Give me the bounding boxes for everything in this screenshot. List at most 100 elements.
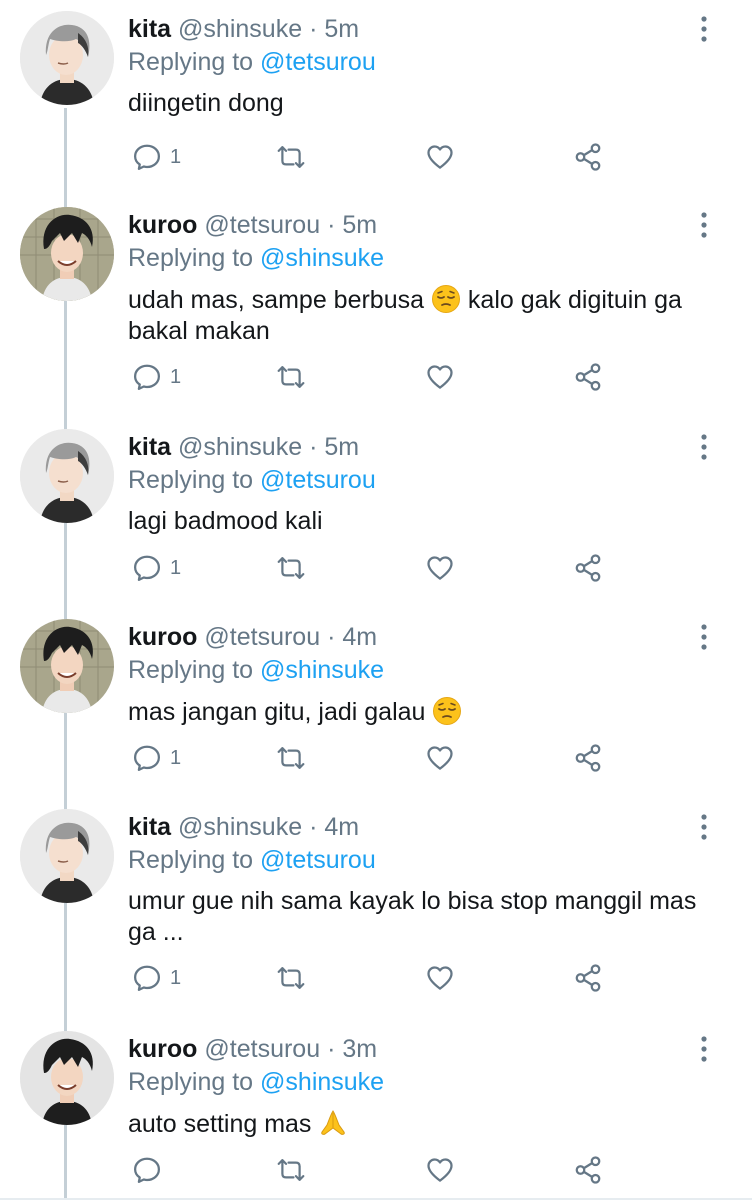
tweet[interactable]: kuroo @tetsurou · 3m Replying to @shinsu… — [0, 1020, 752, 1198]
user-handle[interactable]: @tetsurou — [204, 1035, 320, 1063]
replying-to-link[interactable]: @tetsurou — [260, 466, 376, 494]
user-handle[interactable]: @shinsuke — [178, 15, 302, 43]
tweet[interactable]: kuroo @tetsurou · 5m Replying to @shinsu… — [0, 196, 752, 418]
reply-icon — [134, 745, 160, 771]
replying-to: Replying to @tetsurou — [128, 844, 376, 876]
share-button[interactable] — [573, 360, 603, 394]
more-vertical-icon — [701, 212, 707, 238]
like-button[interactable] — [425, 741, 455, 775]
reply-button[interactable]: 1 — [132, 741, 181, 775]
separator-dot: · — [327, 211, 336, 239]
avatar[interactable] — [20, 1031, 114, 1125]
more-options-button[interactable] — [690, 432, 718, 462]
replying-to: Replying to @shinsuke — [128, 1066, 384, 1098]
replying-label: Replying to — [128, 244, 254, 272]
tweet-header: kita @shinsuke · 5m — [128, 13, 359, 45]
more-vertical-icon — [701, 16, 707, 42]
retweet-button[interactable] — [275, 961, 307, 995]
replying-to: Replying to @tetsurou — [128, 46, 376, 78]
replying-to-link[interactable]: @shinsuke — [260, 1068, 384, 1096]
avatar[interactable] — [20, 809, 114, 903]
reply-button[interactable]: 1 — [132, 140, 181, 174]
separator-dot: · — [327, 1035, 336, 1063]
timestamp[interactable]: 5m — [342, 211, 377, 239]
like-button[interactable] — [425, 360, 455, 394]
like-button[interactable] — [425, 551, 455, 585]
tweet[interactable]: kita @shinsuke · 5m Replying to @tetsuro… — [0, 418, 752, 608]
tweet[interactable]: kuroo @tetsurou · 4m Replying to @shinsu… — [0, 608, 752, 798]
timestamp[interactable]: 5m — [324, 15, 359, 43]
like-button[interactable] — [425, 140, 455, 174]
display-name[interactable]: kita — [128, 15, 171, 43]
tweet-text: udah mas, sampe berbusa kalo gak digitui… — [128, 284, 708, 347]
more-options-button[interactable] — [690, 622, 718, 652]
user-handle[interactable]: @shinsuke — [178, 813, 302, 841]
reply-button[interactable]: 1 — [132, 360, 181, 394]
share-icon — [575, 964, 601, 992]
retweet-button[interactable] — [275, 140, 307, 174]
replying-to-link[interactable]: @tetsurou — [260, 48, 376, 76]
avatar[interactable] — [20, 11, 114, 105]
tweet-header: kita @shinsuke · 5m — [128, 431, 359, 463]
kita-avatar-image — [20, 11, 114, 105]
replying-to-link[interactable]: @tetsurou — [260, 846, 376, 874]
retweet-icon — [277, 747, 305, 769]
separator-dot: · — [309, 813, 318, 841]
share-button[interactable] — [573, 741, 603, 775]
tweet-header: kita @shinsuke · 4m — [128, 811, 359, 843]
replying-label: Replying to — [128, 48, 254, 76]
display-name[interactable]: kita — [128, 433, 171, 461]
avatar[interactable] — [20, 207, 114, 301]
reply-button[interactable] — [132, 1153, 170, 1187]
retweet-button[interactable] — [275, 551, 307, 585]
share-button[interactable] — [573, 140, 603, 174]
display-name[interactable]: kuroo — [128, 623, 197, 651]
avatar[interactable] — [20, 429, 114, 523]
reply-button[interactable]: 1 — [132, 551, 181, 585]
share-button[interactable] — [573, 961, 603, 995]
tweet-text: lagi badmood kali — [128, 507, 323, 535]
timestamp[interactable]: 4m — [342, 623, 377, 651]
retweet-button[interactable] — [275, 1153, 307, 1187]
more-options-button[interactable] — [690, 210, 718, 240]
display-name[interactable]: kuroo — [128, 1035, 197, 1063]
timestamp[interactable]: 5m — [324, 433, 359, 461]
display-name[interactable]: kuroo — [128, 211, 197, 239]
more-vertical-icon — [701, 814, 707, 840]
more-options-button[interactable] — [690, 812, 718, 842]
avatar[interactable] — [20, 619, 114, 713]
user-handle[interactable]: @tetsurou — [204, 211, 320, 239]
replying-label: Replying to — [128, 1068, 254, 1096]
reply-count: 1 — [170, 145, 182, 168]
reply-thread: kita @shinsuke · 5m Replying to @tetsuro… — [0, 0, 752, 1200]
heart-icon — [427, 1158, 453, 1182]
like-button[interactable] — [425, 1153, 455, 1187]
tweet[interactable]: kita @shinsuke · 4m Replying to @tetsuro… — [0, 798, 752, 1020]
more-options-button[interactable] — [690, 14, 718, 44]
share-icon — [575, 1156, 601, 1184]
tweet-header: kuroo @tetsurou · 4m — [128, 621, 377, 653]
reply-icon — [134, 965, 160, 991]
like-button[interactable] — [425, 961, 455, 995]
reply-button[interactable]: 1 — [132, 961, 181, 995]
timestamp[interactable]: 4m — [324, 813, 359, 841]
tweet-header: kuroo @tetsurou · 5m — [128, 209, 377, 241]
replying-to: Replying to @tetsurou — [128, 464, 376, 496]
heart-icon — [427, 365, 453, 389]
more-vertical-icon — [701, 434, 707, 460]
display-name[interactable]: kita — [128, 813, 171, 841]
pensive-face-emoji — [433, 697, 462, 725]
tweet[interactable]: kita @shinsuke · 5m Replying to @tetsuro… — [0, 0, 752, 196]
more-options-button[interactable] — [690, 1034, 718, 1064]
share-button[interactable] — [573, 1153, 603, 1187]
retweet-button[interactable] — [275, 741, 307, 775]
replying-to-link[interactable]: @shinsuke — [260, 244, 384, 272]
user-handle[interactable]: @tetsurou — [204, 623, 320, 651]
retweet-button[interactable] — [275, 360, 307, 394]
share-button[interactable] — [573, 551, 603, 585]
timestamp[interactable]: 3m — [342, 1035, 377, 1063]
replying-label: Replying to — [128, 846, 254, 874]
tweet-text: auto setting mas — [128, 1108, 708, 1140]
user-handle[interactable]: @shinsuke — [178, 433, 302, 461]
replying-to-link[interactable]: @shinsuke — [260, 656, 384, 684]
